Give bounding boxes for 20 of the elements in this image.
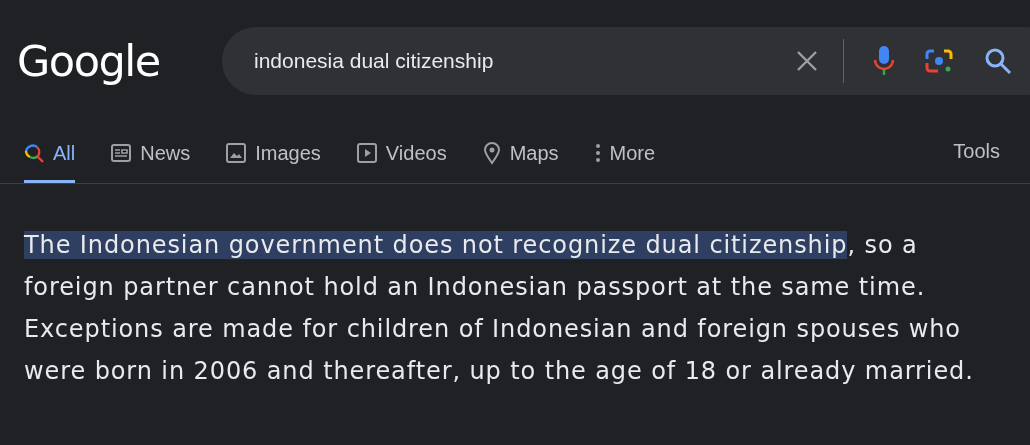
close-icon[interactable] [796,50,818,72]
search-icon [24,143,44,163]
tools-tab[interactable]: Tools [953,140,1000,166]
tab[interactable]: Images [226,123,321,183]
answer-snippet: The Indonesian government does not recognize dual citizenship, so a foreign partner cannot hold an Indonesian passport at the same time. Exceptions are made for children of Indonesian and foreign spouses who were born in 2006 and thereafter, up to the age of 18 or already married. [24,230,975,387]
tab[interactable]: Videos [356,123,447,183]
tab[interactable]: More [594,123,656,183]
search-icon[interactable] [984,47,1012,75]
tab[interactable]: News [111,123,191,183]
tab[interactable]: Maps [482,123,559,183]
search-field[interactable]: indonesia dual citizenship [222,27,1030,95]
more-icon [594,143,601,163]
microphone-icon[interactable] [874,46,894,76]
tab[interactable]: All [24,123,76,183]
map-pin-icon [482,141,501,165]
play-icon [356,143,377,163]
google-logo[interactable]: Google [17,36,222,86]
image-icon [226,143,247,163]
newspaper-icon [111,144,132,162]
camera-icon[interactable] [924,47,954,75]
